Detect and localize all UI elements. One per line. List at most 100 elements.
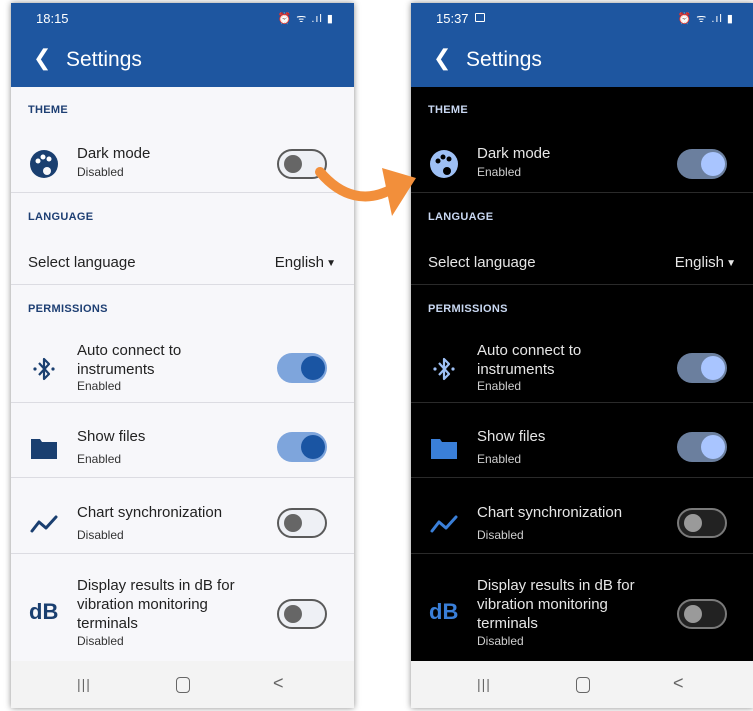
db-display-row[interactable]: dB Display results in dB for vibration m… <box>11 572 354 660</box>
status-icons: ⏰ ᯤ .ıl ▮ <box>677 13 734 25</box>
db-icon: dB <box>29 599 59 624</box>
toggle-knob <box>284 155 302 173</box>
divider <box>11 284 354 285</box>
chart-sync-toggle[interactable] <box>277 508 327 538</box>
back-arrow-icon[interactable]: ❮ <box>33 47 51 69</box>
toggle-knob <box>684 605 702 623</box>
auto-connect-row[interactable]: Auto connect to instruments Enabled <box>11 337 354 401</box>
chart-sync-row[interactable]: Chart synchronization Disabled <box>11 496 354 552</box>
chart-line-icon <box>29 509 59 539</box>
divider <box>11 192 354 193</box>
status-bar: 15:37 ⏰ ᯤ .ıl ▮ <box>411 3 753 33</box>
auto-connect-toggle[interactable] <box>277 353 327 383</box>
status-time: 15:37 <box>436 11 469 26</box>
auto-connect-toggle[interactable] <box>677 353 727 383</box>
caret-down-icon[interactable]: ▼ <box>726 258 736 269</box>
toggle-knob <box>301 435 325 459</box>
caret-down-icon[interactable]: ▼ <box>326 258 336 269</box>
db-icon: dB <box>429 599 459 624</box>
gallery-notification-icon <box>475 13 485 22</box>
folder-icon <box>429 433 459 463</box>
recent-apps-button[interactable]: ||| <box>77 676 91 692</box>
bluetooth-icon <box>29 354 59 384</box>
show-files-state: Enabled <box>77 452 122 466</box>
section-theme: THEME <box>28 104 68 116</box>
auto-connect-row[interactable]: Auto connect to instruments Enabled <box>411 337 753 401</box>
dark-mode-row[interactable]: Dark mode Enabled <box>411 137 753 193</box>
system-nav-bar: ||| < <box>11 661 354 708</box>
chart-sync-row[interactable]: Chart synchronization Disabled <box>411 496 753 552</box>
home-button[interactable] <box>176 677 190 693</box>
bluetooth-icon <box>429 354 459 384</box>
divider <box>11 402 354 403</box>
toggle-knob <box>301 356 325 380</box>
show-files-toggle[interactable] <box>277 432 327 462</box>
db-display-toggle[interactable] <box>277 599 327 629</box>
status-bar: 18:15 ⏰ ᯤ .ıl ▮ <box>11 3 354 33</box>
show-files-label: Show files <box>77 428 146 445</box>
transition-arrow-icon <box>315 167 416 216</box>
chart-sync-toggle[interactable] <box>677 508 727 538</box>
language-row[interactable]: Select language English ▼ <box>11 237 354 283</box>
system-back-button[interactable]: < <box>673 673 684 694</box>
recent-apps-button[interactable]: ||| <box>477 676 491 692</box>
show-files-row[interactable]: Show files Enabled <box>411 420 753 476</box>
divider <box>411 553 753 554</box>
db-display-label: Display results in dB for vibration moni… <box>477 577 635 632</box>
dark-mode-state: Enabled <box>477 165 522 179</box>
divider <box>11 553 354 554</box>
chart-sync-label: Chart synchronization <box>477 504 623 521</box>
section-theme: THEME <box>428 104 468 116</box>
app-bar: ❮ Settings <box>11 33 354 87</box>
divider <box>411 477 753 478</box>
dark-mode-state: Disabled <box>77 165 124 179</box>
chart-line-icon <box>429 509 459 539</box>
dark-mode-toggle[interactable] <box>677 149 727 179</box>
section-language: LANGUAGE <box>28 211 94 223</box>
app-bar: ❮ Settings <box>411 33 753 87</box>
settings-list: THEME Dark mode Disabled LANGUAGE Select… <box>11 87 354 661</box>
palette-icon <box>29 149 59 179</box>
db-display-row[interactable]: dB Display results in dB for vibration m… <box>411 572 753 660</box>
home-button[interactable] <box>576 677 590 693</box>
toggle-knob <box>701 356 725 380</box>
show-files-label: Show files <box>477 428 546 445</box>
section-permissions: PERMISSIONS <box>428 303 508 315</box>
status-time: 18:15 <box>36 11 69 26</box>
show-files-toggle[interactable] <box>677 432 727 462</box>
phone-dark-mode: 15:37 ⏰ ᯤ .ıl ▮ ❮ Settings THEME Dark mo… <box>411 3 753 708</box>
page-title: Settings <box>66 48 142 71</box>
toggle-knob <box>701 152 725 176</box>
toggle-knob <box>701 435 725 459</box>
chart-sync-label: Chart synchronization <box>77 504 223 521</box>
chart-sync-state: Disabled <box>477 528 524 542</box>
page-title: Settings <box>466 48 542 71</box>
show-files-row[interactable]: Show files Enabled <box>11 420 354 476</box>
divider <box>411 284 753 285</box>
status-icons: ⏰ ᯤ .ıl ▮ <box>277 13 334 25</box>
section-permissions: PERMISSIONS <box>28 303 108 315</box>
language-dropdown[interactable]: English <box>675 254 724 271</box>
divider <box>11 477 354 478</box>
toggle-knob <box>284 514 302 532</box>
dark-mode-label: Dark mode <box>477 145 551 162</box>
section-language: LANGUAGE <box>428 211 494 223</box>
auto-connect-label: Auto connect to instruments <box>477 342 582 378</box>
select-language-label: Select language <box>28 254 136 271</box>
db-display-state: Disabled <box>77 634 124 648</box>
system-back-button[interactable]: < <box>273 673 284 694</box>
toggle-knob <box>684 514 702 532</box>
language-dropdown[interactable]: English <box>275 254 324 271</box>
back-arrow-icon[interactable]: ❮ <box>433 47 451 69</box>
db-display-toggle[interactable] <box>677 599 727 629</box>
chart-sync-state: Disabled <box>77 528 124 542</box>
auto-connect-state: Enabled <box>477 379 522 393</box>
select-language-label: Select language <box>428 254 536 271</box>
db-display-state: Disabled <box>477 634 524 648</box>
divider <box>411 402 753 403</box>
toggle-knob <box>284 605 302 623</box>
language-row[interactable]: Select language English ▼ <box>411 237 753 283</box>
dark-mode-row[interactable]: Dark mode Disabled <box>11 137 354 193</box>
divider <box>411 192 753 193</box>
folder-icon <box>29 433 59 463</box>
